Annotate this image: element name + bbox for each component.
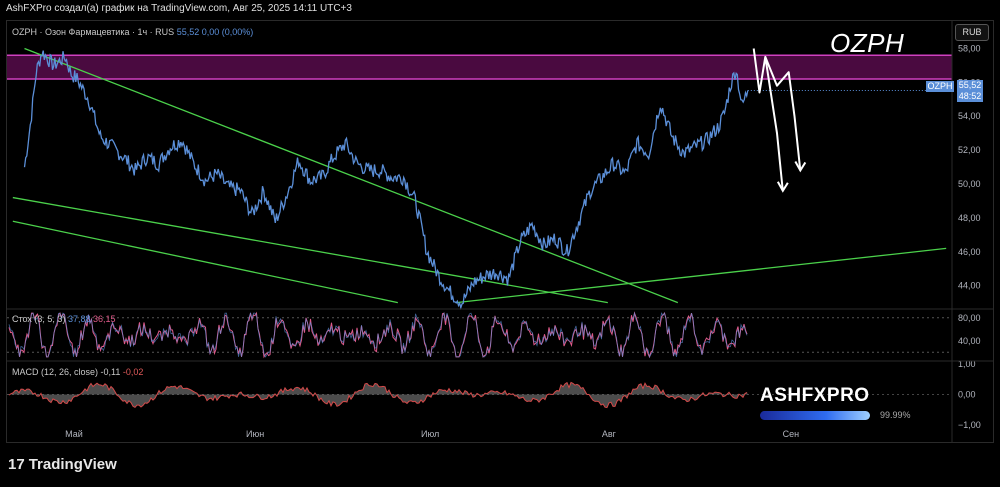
price-axis-tick: 50,00 bbox=[958, 179, 981, 189]
last-price-box: 55,52 48:52 bbox=[957, 80, 983, 102]
price-axis-tick: 52,00 bbox=[958, 145, 981, 155]
brand-name: ASHFXPRO bbox=[760, 385, 870, 406]
stoch-k-line bbox=[8, 311, 748, 358]
tradingview-logo[interactable]: 17 TradingView bbox=[8, 456, 117, 473]
tradingview-logo-text: TradingView bbox=[28, 456, 117, 473]
macd-axis-tick: 0,00 bbox=[958, 390, 976, 400]
brand-watermark: ASHFXPRO 99.99% bbox=[760, 385, 911, 420]
time-axis-tick: Сен bbox=[783, 429, 800, 439]
macd-axis-tick: −1,00 bbox=[958, 420, 981, 430]
last-price-value: 55,52 bbox=[958, 80, 982, 90]
tradingview-icon: 17 bbox=[8, 456, 25, 473]
brand-progress-bar bbox=[760, 411, 870, 420]
price-line bbox=[23, 50, 749, 311]
resistance-zone bbox=[7, 55, 952, 79]
stoch-axis-tick: 40,00 bbox=[958, 336, 981, 346]
price-axis-tick: 58,00 bbox=[958, 43, 981, 53]
ticker-annotation: OZPH bbox=[830, 28, 905, 58]
stoch-d-value: 36,15 bbox=[93, 314, 116, 324]
last-price-symbol: OZPH bbox=[926, 81, 954, 92]
price-axis-tick: 48,00 bbox=[958, 213, 981, 223]
time-axis-tick: Май bbox=[65, 429, 83, 439]
time-axis-tick: Июн bbox=[246, 429, 264, 439]
price-axis-tick: 54,00 bbox=[958, 111, 981, 121]
stoch-k-value: 37,88 bbox=[67, 314, 91, 324]
trendline-4 bbox=[456, 247, 947, 304]
macd-signal-value: -0,02 bbox=[122, 367, 144, 377]
symbol-line: OZPH · Озон Фармацевтика · 1ч · RUS bbox=[12, 27, 175, 37]
price-axis-tick: 46,00 bbox=[958, 247, 981, 257]
price-axis-tick: 44,00 bbox=[958, 281, 981, 291]
macd-value: -0,11 bbox=[100, 367, 121, 377]
time-axis-tick: Авг bbox=[602, 429, 617, 439]
price-value: 55,52 bbox=[176, 27, 200, 37]
brand-percent: 99.99% bbox=[880, 410, 911, 420]
trendline-3 bbox=[12, 220, 398, 304]
stoch-axis-tick: 80,00 bbox=[958, 313, 981, 323]
currency-button[interactable]: RUB bbox=[955, 24, 989, 41]
macd-label: MACD (12, 26, close) bbox=[12, 367, 99, 377]
stoch-label: Стох (3, 5, 3) bbox=[12, 314, 66, 324]
price-change: 0,00 (0,00%) bbox=[201, 27, 254, 37]
time-axis-tick: Июл bbox=[421, 429, 439, 439]
stoch-legend: Стох (3, 5, 3) 37,88 36,15 bbox=[12, 314, 116, 324]
price-legend: OZPH · Озон Фармацевтика · 1ч · RUS 55,5… bbox=[12, 27, 253, 37]
trendline-1 bbox=[24, 47, 679, 304]
macd-legend: MACD (12, 26, close) -0,11 -0,02 bbox=[12, 367, 143, 377]
bar-countdown: 48:52 bbox=[958, 91, 982, 101]
